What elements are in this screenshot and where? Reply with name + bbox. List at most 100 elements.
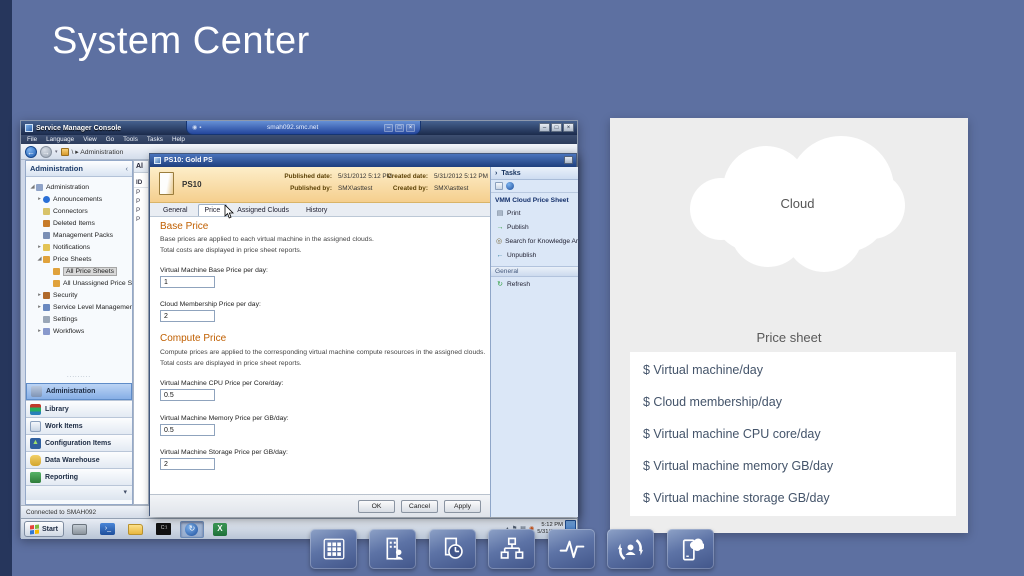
tree-item-price-sheets[interactable]: ◢ Price Sheets — [26, 253, 132, 265]
list-row[interactable]: P — [134, 215, 148, 224]
task-refresh[interactable]: ↻ Refresh — [491, 277, 578, 291]
restore-icon[interactable]: □ — [551, 123, 562, 132]
vm-cpu-price-input[interactable] — [160, 389, 215, 401]
window-controls: – □ × — [539, 123, 574, 132]
task-search-knowledge[interactable]: ◎ Search for Knowledge Artic — [491, 234, 578, 248]
dialog-icon — [154, 157, 161, 164]
navigation-pane-header[interactable]: Administration ‹ — [26, 161, 132, 177]
reporting-icon — [30, 471, 41, 483]
expander-icon[interactable]: ◢ — [36, 256, 43, 262]
server-cloud-icon — [682, 537, 704, 560]
task-publish[interactable]: → Publish — [491, 220, 578, 234]
dock-tile-sync-user[interactable] — [607, 529, 654, 569]
publish-arrow-icon: → — [496, 223, 504, 231]
tree-item-all-unassigned-price-sheets[interactable]: All Unassigned Price Sheets — [26, 277, 132, 289]
tab-history[interactable]: History — [299, 204, 334, 216]
tree-item-announcements[interactable]: ▸ Announcements — [26, 193, 132, 205]
nav-button-reporting[interactable]: Reporting — [26, 468, 132, 485]
id-column-header[interactable]: ID — [134, 173, 148, 188]
dock-tile-pulse-monitor[interactable] — [548, 529, 595, 569]
tab-price[interactable]: Price — [197, 204, 228, 216]
expander-icon[interactable]: ▸ — [36, 292, 43, 298]
globe-icon[interactable] — [506, 182, 514, 190]
dock-tile-apps-grid[interactable] — [310, 529, 357, 569]
workflows-icon — [43, 327, 50, 335]
tasks-pane-header[interactable]: › Tasks — [491, 167, 578, 180]
library-icon — [30, 403, 41, 415]
cancel-button[interactable]: Cancel — [401, 500, 438, 513]
dock-tile-network-diagram[interactable] — [488, 529, 535, 569]
vm-base-price-input[interactable] — [160, 276, 215, 288]
nav-button-configuration-items[interactable]: ▲ Configuration Items — [26, 434, 132, 451]
menu-help[interactable]: Help — [172, 136, 185, 143]
taskbar-folder-icon[interactable] — [124, 521, 148, 538]
close-icon[interactable]: × — [563, 123, 574, 132]
tree-item-management-packs[interactable]: Management Packs — [26, 229, 132, 241]
pane-splitter[interactable]: ......... — [26, 373, 132, 379]
dialog-titlebar[interactable]: PS10: Gold PS — [150, 154, 576, 167]
dialog-control-icon[interactable] — [564, 156, 573, 164]
wunderbar-options-icon[interactable]: ▾ — [26, 485, 132, 500]
service-level-icon — [43, 303, 50, 311]
nav-button-library[interactable]: Library — [26, 400, 132, 417]
ok-button[interactable]: OK — [358, 500, 395, 513]
cloud-membership-price-input[interactable] — [160, 310, 215, 322]
nav-button-work-items[interactable]: Work Items — [26, 417, 132, 434]
taskbar-service-manager-icon[interactable]: ↻ — [179, 520, 204, 538]
dock-tile-document-clock[interactable] — [429, 529, 476, 569]
taskbar-excel-icon[interactable]: X — [208, 521, 232, 538]
apply-button[interactable]: Apply — [444, 500, 481, 513]
pin-icon[interactable]: ◉ — [192, 124, 197, 131]
tab-general[interactable]: General — [156, 204, 195, 216]
rdp-close-icon[interactable]: × — [406, 123, 415, 132]
breadcrumb[interactable]: \ ▸ Administration — [72, 148, 124, 156]
taskbar-powershell-icon[interactable]: ›_ — [96, 521, 120, 538]
document-icon[interactable] — [495, 182, 503, 190]
task-unpublish[interactable]: ← Unpublish — [491, 248, 578, 262]
menu-view[interactable]: View — [83, 136, 97, 143]
list-row[interactable]: P — [134, 197, 148, 206]
rdp-minimize-icon[interactable]: – — [384, 123, 393, 132]
taskbar-cmd-icon[interactable]: C:\ — [152, 521, 176, 538]
back-icon[interactable]: ← — [25, 145, 37, 158]
task-print[interactable]: ▤ Print — [491, 206, 578, 220]
list-row[interactable]: P — [134, 206, 148, 215]
nav-button-data-warehouse[interactable]: Data Warehouse — [26, 451, 132, 468]
tree-item-service-level-management[interactable]: ▸ Service Level Management — [26, 301, 132, 313]
forward-icon[interactable]: → — [40, 145, 52, 158]
tree-item-deleted-items[interactable]: Deleted Items — [26, 217, 132, 229]
nav-button-administration[interactable]: Administration — [26, 383, 132, 400]
expander-icon[interactable]: ▸ — [36, 304, 43, 310]
expander-icon[interactable]: ◢ — [29, 184, 36, 190]
dock-tile-building-user[interactable] — [369, 529, 416, 569]
section-heading: Compute Price — [160, 333, 227, 344]
start-button[interactable]: Start — [24, 521, 64, 537]
expander-icon[interactable]: ▸ — [36, 328, 43, 334]
tree-item-settings[interactable]: Settings — [26, 313, 132, 325]
vm-storage-price-input[interactable] — [160, 458, 215, 470]
tree-item-connectors[interactable]: Connectors — [26, 205, 132, 217]
tree-item-administration[interactable]: ◢ Administration — [26, 181, 132, 193]
taskbar-device-icon[interactable] — [68, 521, 92, 538]
tasks-general-header[interactable]: General — [491, 266, 578, 277]
tree-item-workflows[interactable]: ▸ Workflows — [26, 325, 132, 337]
tab-assigned-clouds[interactable]: Assigned Clouds — [230, 204, 296, 216]
menu-language[interactable]: Language — [46, 136, 74, 143]
list-row[interactable]: P — [134, 188, 148, 197]
menu-go[interactable]: Go — [106, 136, 114, 143]
menu-tools[interactable]: Tools — [123, 136, 138, 143]
menu-tasks[interactable]: Tasks — [147, 136, 163, 143]
rdp-restore-icon[interactable]: □ — [395, 123, 404, 132]
tree-item-all-price-sheets[interactable]: All Price Sheets — [26, 265, 132, 277]
expander-icon[interactable]: ▸ — [36, 244, 43, 250]
tree-item-security[interactable]: ▸ Security — [26, 289, 132, 301]
collapse-pane-icon[interactable]: ‹ — [126, 164, 129, 173]
menu-file[interactable]: File — [27, 136, 37, 143]
dock-tile-server-cloud[interactable] — [667, 529, 714, 569]
history-dropdown-icon[interactable]: ▾ — [55, 149, 58, 155]
minimize-icon[interactable]: – — [539, 123, 550, 132]
tree-item-notifications[interactable]: ▸ Notifications — [26, 241, 132, 253]
results-list-header[interactable]: Al — [134, 161, 148, 173]
vm-memory-price-input[interactable] — [160, 424, 215, 436]
expander-icon[interactable]: ▸ — [36, 196, 43, 202]
